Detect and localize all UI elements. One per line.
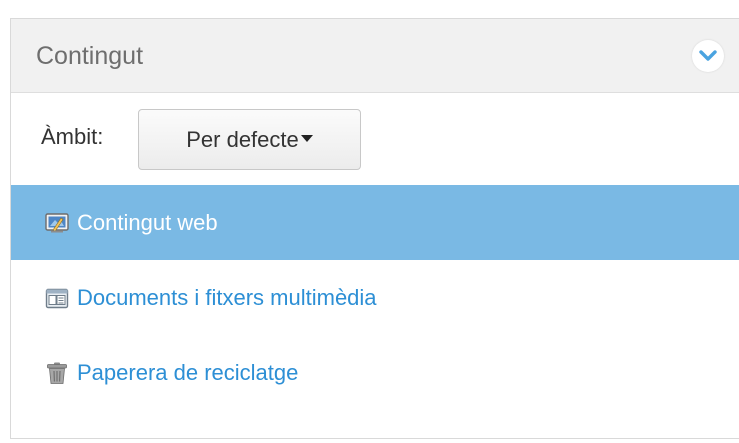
caret-down-icon <box>300 135 313 142</box>
scope-selected-value: Per defecte <box>186 126 299 152</box>
chevron-down-icon <box>699 50 717 61</box>
scope-label: Àmbit: <box>41 124 104 149</box>
nav-item-label: Documents i fitxers multimèdia <box>77 284 377 310</box>
nav-item-documents-media[interactable]: Documents i fitxers multimèdia <box>11 260 739 335</box>
panel-header[interactable]: Contingut <box>11 19 739 93</box>
collapse-toggle-button[interactable] <box>692 40 724 72</box>
nav-item-recycle-bin[interactable]: Paperera de reciclatge <box>11 335 739 410</box>
content-panel: Contingut Àmbit: Per defecte Contingut w… <box>10 18 739 439</box>
panel-title: Contingut <box>36 42 144 70</box>
documents-media-icon <box>45 288 69 308</box>
web-content-icon <box>45 212 69 232</box>
nav-item-web-content[interactable]: Contingut web <box>11 185 739 260</box>
recycle-bin-icon <box>47 362 67 384</box>
scope-dropdown-button[interactable]: Per defecte <box>138 109 361 170</box>
nav-item-label: Paperera de reciclatge <box>77 359 299 385</box>
nav-item-label: Contingut web <box>77 209 218 235</box>
